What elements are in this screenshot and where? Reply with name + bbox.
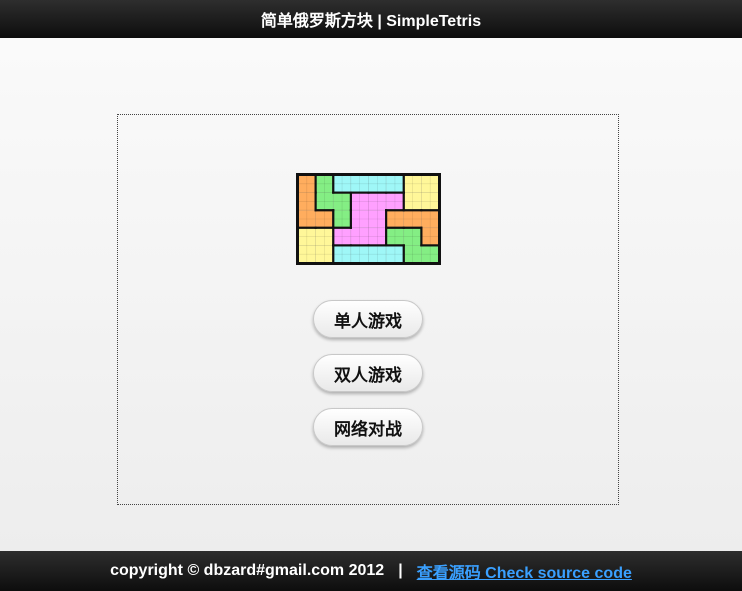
header-bar: 简单俄罗斯方块 | SimpleTetris bbox=[0, 0, 742, 38]
copyright-text: copyright © dbzard#gmail.com 2012 bbox=[110, 562, 385, 579]
two-player-button[interactable]: 双人游戏 bbox=[313, 354, 423, 392]
start-menu-panel: 单人游戏 双人游戏 网络对战 bbox=[117, 114, 619, 505]
page-title: 简单俄罗斯方块 | SimpleTetris bbox=[260, 13, 482, 30]
tetris-logo bbox=[296, 173, 441, 265]
single-player-button[interactable]: 单人游戏 bbox=[313, 300, 423, 338]
tetris-logo-blocks bbox=[298, 175, 439, 263]
source-code-link[interactable]: 查看源码 Check source code bbox=[417, 559, 632, 583]
footer-bar: copyright © dbzard#gmail.com 2012 | 查看源码… bbox=[0, 551, 742, 591]
online-battle-button[interactable]: 网络对战 bbox=[313, 408, 423, 446]
footer-separator: | bbox=[398, 562, 403, 579]
